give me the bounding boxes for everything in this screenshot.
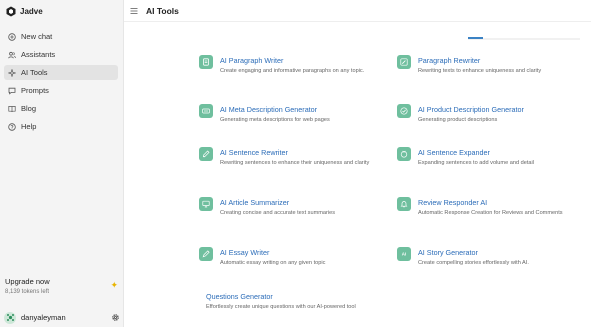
username: danyaleyman (21, 313, 66, 322)
tool-title: AI Article Summarizer (220, 198, 290, 207)
tool-description: Create engaging and informative paragrap… (220, 68, 365, 74)
sidebar-item-label: Blog (21, 104, 37, 113)
sidebar-item-blog[interactable]: Blog (4, 101, 118, 116)
tool-title: AI Story Generator (418, 248, 478, 257)
tool-description: Rewriting sentences to enhance their uni… (220, 160, 370, 166)
rewrite-icon (199, 147, 213, 161)
page-title: AI Tools (146, 5, 179, 16)
tool-title: AI Product Description Generator (418, 105, 524, 114)
upgrade-title: Upgrade now (5, 277, 50, 286)
tool-title: AI Essay Writer (220, 248, 270, 257)
tool-title: Questions Generator (206, 292, 273, 301)
tool-title: Review Responder AI (418, 198, 488, 207)
sidebar-item-label: AI Tools (21, 68, 48, 77)
edit-icon (397, 55, 411, 69)
ai-icon: AI (397, 247, 411, 261)
tag-icon (199, 104, 213, 118)
tokens-left: 8,139 tokens left (5, 289, 50, 295)
tool-title: AI Sentence Expander (418, 148, 490, 157)
user-profile[interactable]: danyaleyman (4, 311, 120, 324)
avatar-pattern-icon (6, 314, 14, 321)
sidebar-item-label: Assistants (21, 50, 56, 59)
brand[interactable]: Jadve (6, 4, 43, 18)
sidebar-item-prompts[interactable]: Prompts (4, 83, 118, 98)
expand-icon (397, 147, 411, 161)
essay-icon (199, 247, 213, 261)
top-bar: AI Tools (124, 0, 591, 22)
sparkle-icon (8, 68, 16, 77)
sidebar-item-ai-tools[interactable]: AI Tools (4, 65, 118, 80)
sidebar-item-label: Help (21, 122, 37, 131)
upgrade-panel[interactable]: Upgrade now 8,139 tokens left ✦ (5, 277, 120, 295)
tool-title: AI Paragraph Writer (220, 56, 284, 65)
help-circle-icon (8, 122, 16, 131)
tool-title: AI Meta Description Generator (220, 105, 318, 114)
tab-active-indicator (468, 37, 483, 39)
tab-strip[interactable] (468, 38, 580, 40)
summary-icon (199, 197, 213, 211)
tool-description: Creating concise and accurate text summa… (220, 210, 336, 216)
book-icon (8, 105, 16, 112)
tool-description: Generating product descriptions (418, 117, 498, 123)
tool-description: Create compelling stories effortlessly w… (418, 260, 529, 266)
avatar (4, 311, 16, 324)
tool-description: Effortlessly create unique questions wit… (206, 304, 356, 310)
sidebar-nav: New chat Assistants AI Tools Prompts Blo… (4, 29, 118, 137)
sidebar-item-help[interactable]: Help (4, 119, 118, 134)
brand-name: Jadve (20, 6, 43, 16)
plus-circle-icon (8, 32, 16, 41)
users-icon (8, 51, 16, 58)
message-icon (8, 87, 16, 95)
svg-text:AI: AI (402, 252, 406, 257)
tool-description: Expanding sentences to add volume and de… (418, 160, 534, 166)
gear-icon[interactable] (111, 313, 120, 322)
upgrade-sparkle-icon: ✦ (110, 280, 118, 290)
menu-icon[interactable] (130, 7, 138, 15)
sidebar-item-new-chat[interactable]: New chat (4, 29, 118, 44)
tool-description: Automatic Response Creation for Reviews … (418, 210, 563, 216)
paragraph-icon (199, 55, 213, 69)
bell-icon (397, 197, 411, 211)
tool-title: Paragraph Rewriter (418, 56, 481, 65)
sidebar: Jadve New chat Assistants AI Tools Promp… (0, 0, 124, 327)
tool-description: Rewriting texts to enhance uniqueness an… (418, 68, 542, 74)
product-icon (397, 104, 411, 118)
sidebar-item-assistants[interactable]: Assistants (4, 47, 118, 62)
sidebar-item-label: Prompts (21, 86, 49, 95)
jadve-logo-icon (6, 6, 16, 16)
tool-description: Generating meta descriptions for web pag… (220, 117, 330, 123)
tool-description: Automatic essay writing on any given top… (220, 260, 326, 266)
tool-title: AI Sentence Rewriter (220, 148, 288, 157)
sidebar-item-label: New chat (21, 32, 53, 41)
